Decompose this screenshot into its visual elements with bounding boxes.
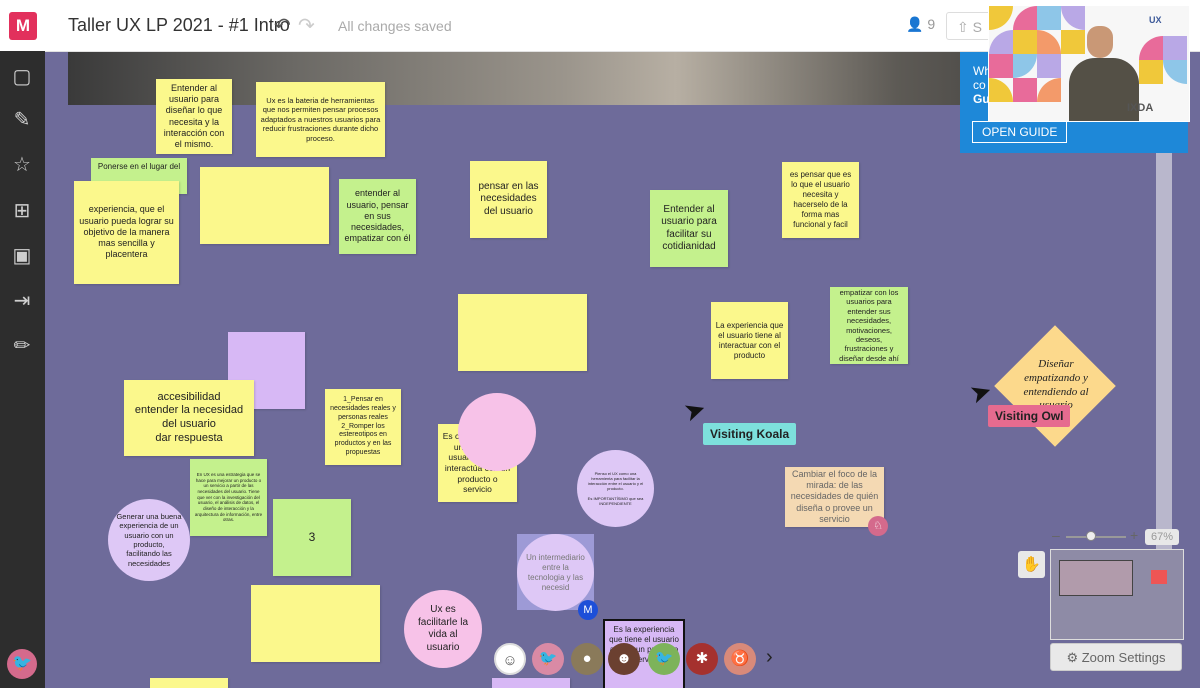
upload-icon: ⇧ (957, 19, 969, 35)
sticky-note[interactable]: 1_Pensar en necesidades reales y persona… (325, 389, 401, 465)
sticky-note[interactable]: La experiencia que el usuario tiene al i… (711, 302, 788, 379)
minimap-viewport[interactable] (1059, 560, 1133, 596)
current-user-avatar[interactable]: 🐦 (7, 649, 37, 679)
open-guide-button[interactable]: OPEN GUIDE (972, 121, 1068, 143)
sticky-note[interactable] (458, 294, 587, 371)
sticky-note[interactable]: entender al usuario, pensar en sus neces… (339, 179, 416, 254)
pattern-tile (989, 78, 1013, 102)
minimap-highlight (1151, 570, 1167, 584)
photo-avatar[interactable]: ● (571, 643, 603, 675)
sticky-note[interactable]: es pensar que es lo que el usuario neces… (782, 162, 859, 238)
sticky-note-icon[interactable]: ▢ (11, 66, 33, 88)
sticky-note[interactable]: Entender al usuario para diseñar lo que … (156, 79, 232, 154)
user-icon: 👤 (906, 16, 924, 32)
minimap[interactable] (1050, 549, 1184, 640)
sticky-note[interactable]: 3 (273, 499, 351, 576)
pattern-tile (1139, 36, 1163, 60)
pattern-tile (1061, 6, 1085, 30)
star-icon[interactable]: ☆ (11, 154, 33, 176)
circle-shape[interactable]: Un intermediario entre la tecnologia y l… (517, 534, 594, 611)
sticky-note[interactable]: empatizar con los usuarios para entender… (830, 287, 908, 364)
zoom-slider-knob[interactable] (1086, 531, 1096, 541)
pattern-tile (1037, 6, 1061, 30)
video-call-overlay[interactable]: UX IXDA (988, 5, 1190, 122)
circle-shape[interactable]: Ux es facilitarle la vida al usuario (404, 590, 482, 668)
pattern-tile (989, 6, 1013, 30)
collaborator-badge-icon[interactable]: M (578, 600, 598, 620)
pattern-tile (1061, 30, 1085, 54)
sticky-note[interactable] (150, 678, 228, 688)
sticky-note[interactable]: experiencia, que el usuario pueda lograr… (74, 181, 179, 284)
save-status: All changes saved (338, 18, 452, 34)
pattern-tile (1163, 36, 1187, 60)
hand-tool-icon[interactable]: ✋ (1018, 551, 1045, 578)
zoom-slider[interactable] (1066, 536, 1126, 538)
zoom-out-button[interactable]: – (1052, 527, 1060, 543)
left-toolbar: ▢ ✎ ☆ ⊞ ▣ ⇥ ✏ 🐦 (0, 51, 45, 688)
goat-avatar-icon[interactable]: ♉ (724, 643, 756, 675)
sticky-note[interactable]: Ux es la bateria de herramientas que nos… (256, 82, 385, 157)
miro-logo[interactable]: M (9, 12, 37, 40)
presenter-video (1087, 26, 1113, 58)
pattern-tile (1037, 78, 1061, 102)
collaborator-badge-icon[interactable]: ♘ (868, 516, 888, 536)
circle-shape[interactable]: Generar una buena experiencia de un usua… (108, 499, 190, 581)
pattern-tile (989, 54, 1013, 78)
pen-icon[interactable]: ✏ (11, 335, 33, 357)
pattern-tile (1013, 78, 1037, 102)
cursor-label-koala: Visiting Koala (703, 423, 797, 445)
bird-avatar-icon[interactable]: 🐦 (532, 643, 564, 675)
zoom-in-button[interactable]: + (1130, 527, 1138, 543)
pattern-tile (1013, 54, 1037, 78)
sticky-note[interactable]: En UX es una estrategia que se hace para… (190, 459, 267, 536)
sticky-note[interactable] (492, 678, 570, 688)
cursor-label-owl: Visiting Owl (988, 405, 1071, 427)
board-title[interactable]: Taller UX LP 2021 - #1 Intro (68, 15, 290, 36)
zoom-settings-button[interactable]: ⚙ Zoom Settings (1050, 643, 1182, 671)
sticky-note[interactable] (200, 167, 329, 244)
online-users[interactable]: 👤 9 (906, 16, 935, 33)
import-icon[interactable]: ⇥ (11, 290, 33, 312)
zoom-settings-label: Zoom Settings (1081, 650, 1166, 665)
share-label: S (972, 19, 982, 35)
chevron-right-icon[interactable]: › (766, 646, 773, 669)
image-icon[interactable]: ▣ (11, 245, 33, 267)
pattern-tile (1139, 60, 1163, 84)
lobster-avatar-icon[interactable]: ✱ (686, 643, 718, 675)
ux-logo: UX (1149, 15, 1162, 25)
guide-text: co (973, 78, 986, 92)
ixda-logo: IXDA (1127, 102, 1154, 114)
bird-avatar-icon[interactable]: 🐦 (648, 643, 680, 675)
pattern-tile (1037, 30, 1061, 54)
redo-icon[interactable]: ↷ (298, 13, 315, 38)
grid-icon[interactable]: ⊞ (11, 200, 33, 222)
pattern-tile (1013, 6, 1037, 30)
sticky-note[interactable]: pensar en las necesidades del usuario (470, 161, 547, 238)
undo-icon[interactable]: ↶ (274, 13, 291, 38)
pattern-tile (1037, 54, 1061, 78)
sticky-note[interactable]: accesibilidad entender la necesidad del … (124, 380, 254, 456)
circle-shape[interactable] (458, 393, 536, 471)
mask-avatar-icon[interactable]: ☻ (608, 643, 640, 675)
circle-shape[interactable]: Pienso el UX como una herramienta para f… (577, 450, 654, 527)
pattern-tile (1163, 60, 1187, 84)
users-count: 9 (927, 16, 936, 32)
sticky-note[interactable] (251, 585, 380, 662)
gear-icon: ⚙ (1066, 650, 1079, 665)
pattern-tile (989, 30, 1013, 54)
comment-icon[interactable]: ✎ (11, 109, 33, 131)
zoom-percent[interactable]: 67% (1145, 529, 1179, 545)
sticky-note[interactable]: Entender al usuario para facilitar su co… (650, 190, 728, 267)
pattern-tile (1013, 30, 1037, 54)
sticky-note[interactable]: Cambiar el foco de la mirada: de las nec… (785, 467, 884, 527)
smiley-avatar-icon[interactable]: ☺ (494, 643, 526, 675)
